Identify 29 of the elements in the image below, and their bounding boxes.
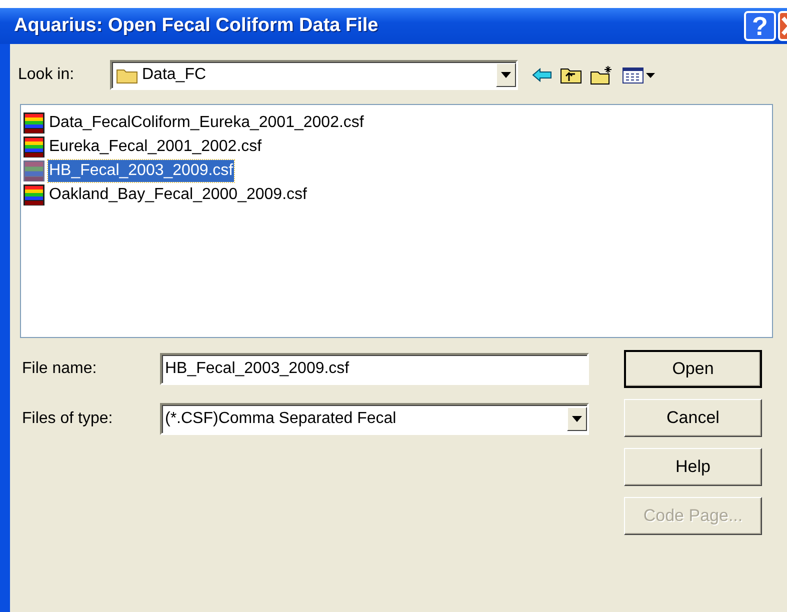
file-icon — [23, 136, 45, 158]
file-icon — [23, 184, 45, 206]
look-in-label: Look in: — [18, 65, 76, 85]
file-item[interactable]: Data_FecalColiform_Eureka_2001_2002.csf — [48, 112, 365, 134]
new-folder-icon[interactable] — [590, 65, 614, 85]
file-name-label: File name: — [22, 359, 98, 379]
up-folder-icon[interactable] — [560, 66, 582, 84]
file-type-dropdown[interactable]: (*.CSF)Comma Separated Fecal — [160, 403, 589, 435]
help-button[interactable]: ? — [744, 11, 776, 41]
look-in-value: Data_FC — [142, 65, 208, 85]
file-item[interactable]: Oakland_Bay_Fecal_2000_2009.csf — [48, 184, 308, 206]
caret-icon — [501, 72, 511, 78]
dialog-button[interactable]: Open — [624, 350, 762, 388]
file-item[interactable]: Eureka_Fecal_2001_2002.csf — [48, 136, 263, 158]
dropdown-button[interactable] — [567, 407, 587, 431]
file-name-field[interactable]: HB_Fecal_2003_2009.csf — [160, 353, 589, 385]
dropdown-button[interactable] — [496, 63, 516, 87]
file-type-value: (*.CSF)Comma Separated Fecal — [165, 409, 398, 429]
file-type-label: Files of type: — [22, 409, 114, 429]
caret-icon — [572, 416, 582, 422]
back-arrow-icon[interactable] — [532, 68, 552, 82]
file-icon — [23, 112, 45, 134]
dialog-button[interactable]: Cancel — [624, 399, 762, 437]
file-item[interactable]: HB_Fecal_2003_2009.csf — [48, 160, 234, 182]
view-menu-icon[interactable] — [622, 66, 656, 84]
window-title: Aquarius: Open Fecal Coliform Data File — [14, 14, 380, 38]
file-icon — [23, 160, 45, 182]
dialog-button[interactable]: Help — [624, 448, 762, 486]
look-in-dropdown[interactable]: Data_FC — [110, 60, 518, 90]
